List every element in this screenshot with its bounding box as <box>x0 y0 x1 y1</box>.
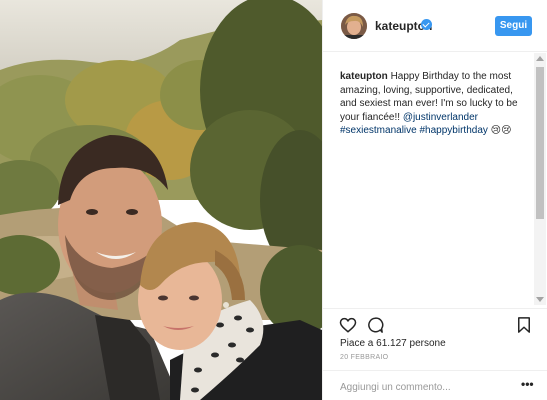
post-photo[interactable] <box>0 0 322 400</box>
comment-input[interactable] <box>340 380 500 394</box>
comment-form: ••• <box>323 370 547 400</box>
selfie-photo-image <box>0 0 322 400</box>
comment-bubble-icon[interactable] <box>366 316 384 334</box>
heart-icon[interactable] <box>339 316 357 334</box>
scroll-thumb[interactable] <box>536 67 544 219</box>
bookmark-icon[interactable] <box>515 316 533 334</box>
post-header: kateupton Segui <box>323 0 547 52</box>
caption-hashtag-link[interactable]: #sexiestmanalive <box>340 125 417 136</box>
likes-count-text[interactable]: Piace a 61.127 persone <box>340 338 446 349</box>
follow-button[interactable]: Segui <box>495 16 532 36</box>
more-options-icon[interactable]: ••• <box>521 378 535 391</box>
caption-text: kateupton Happy Birthday to the most ama… <box>340 70 530 138</box>
likes-suffix: persone <box>409 338 446 349</box>
scroll-down-arrow-icon[interactable] <box>536 297 544 302</box>
caption-emoji: 😢😢 <box>490 125 512 136</box>
instagram-post-modal: kateupton Segui kateupton Happy Birthday… <box>0 0 547 400</box>
post-side-panel: kateupton Segui kateupton Happy Birthday… <box>322 0 547 400</box>
caption-hashtag-link[interactable]: #happybirthday <box>420 125 488 136</box>
avatar-image <box>341 13 367 39</box>
scroll-up-arrow-icon[interactable] <box>536 56 544 61</box>
likes-count: 61.127 <box>376 338 407 349</box>
avatar[interactable] <box>341 13 367 39</box>
post-date[interactable]: 20 FEBBRAIO <box>340 354 388 361</box>
verified-badge-icon <box>421 19 432 30</box>
likes-label: Piace a <box>340 338 374 349</box>
comments-scrollbar[interactable] <box>534 53 546 305</box>
caption-username[interactable]: kateupton <box>340 71 388 82</box>
post-actions-bar <box>323 308 547 338</box>
caption-mention-link[interactable]: @justinverlander <box>403 112 478 123</box>
